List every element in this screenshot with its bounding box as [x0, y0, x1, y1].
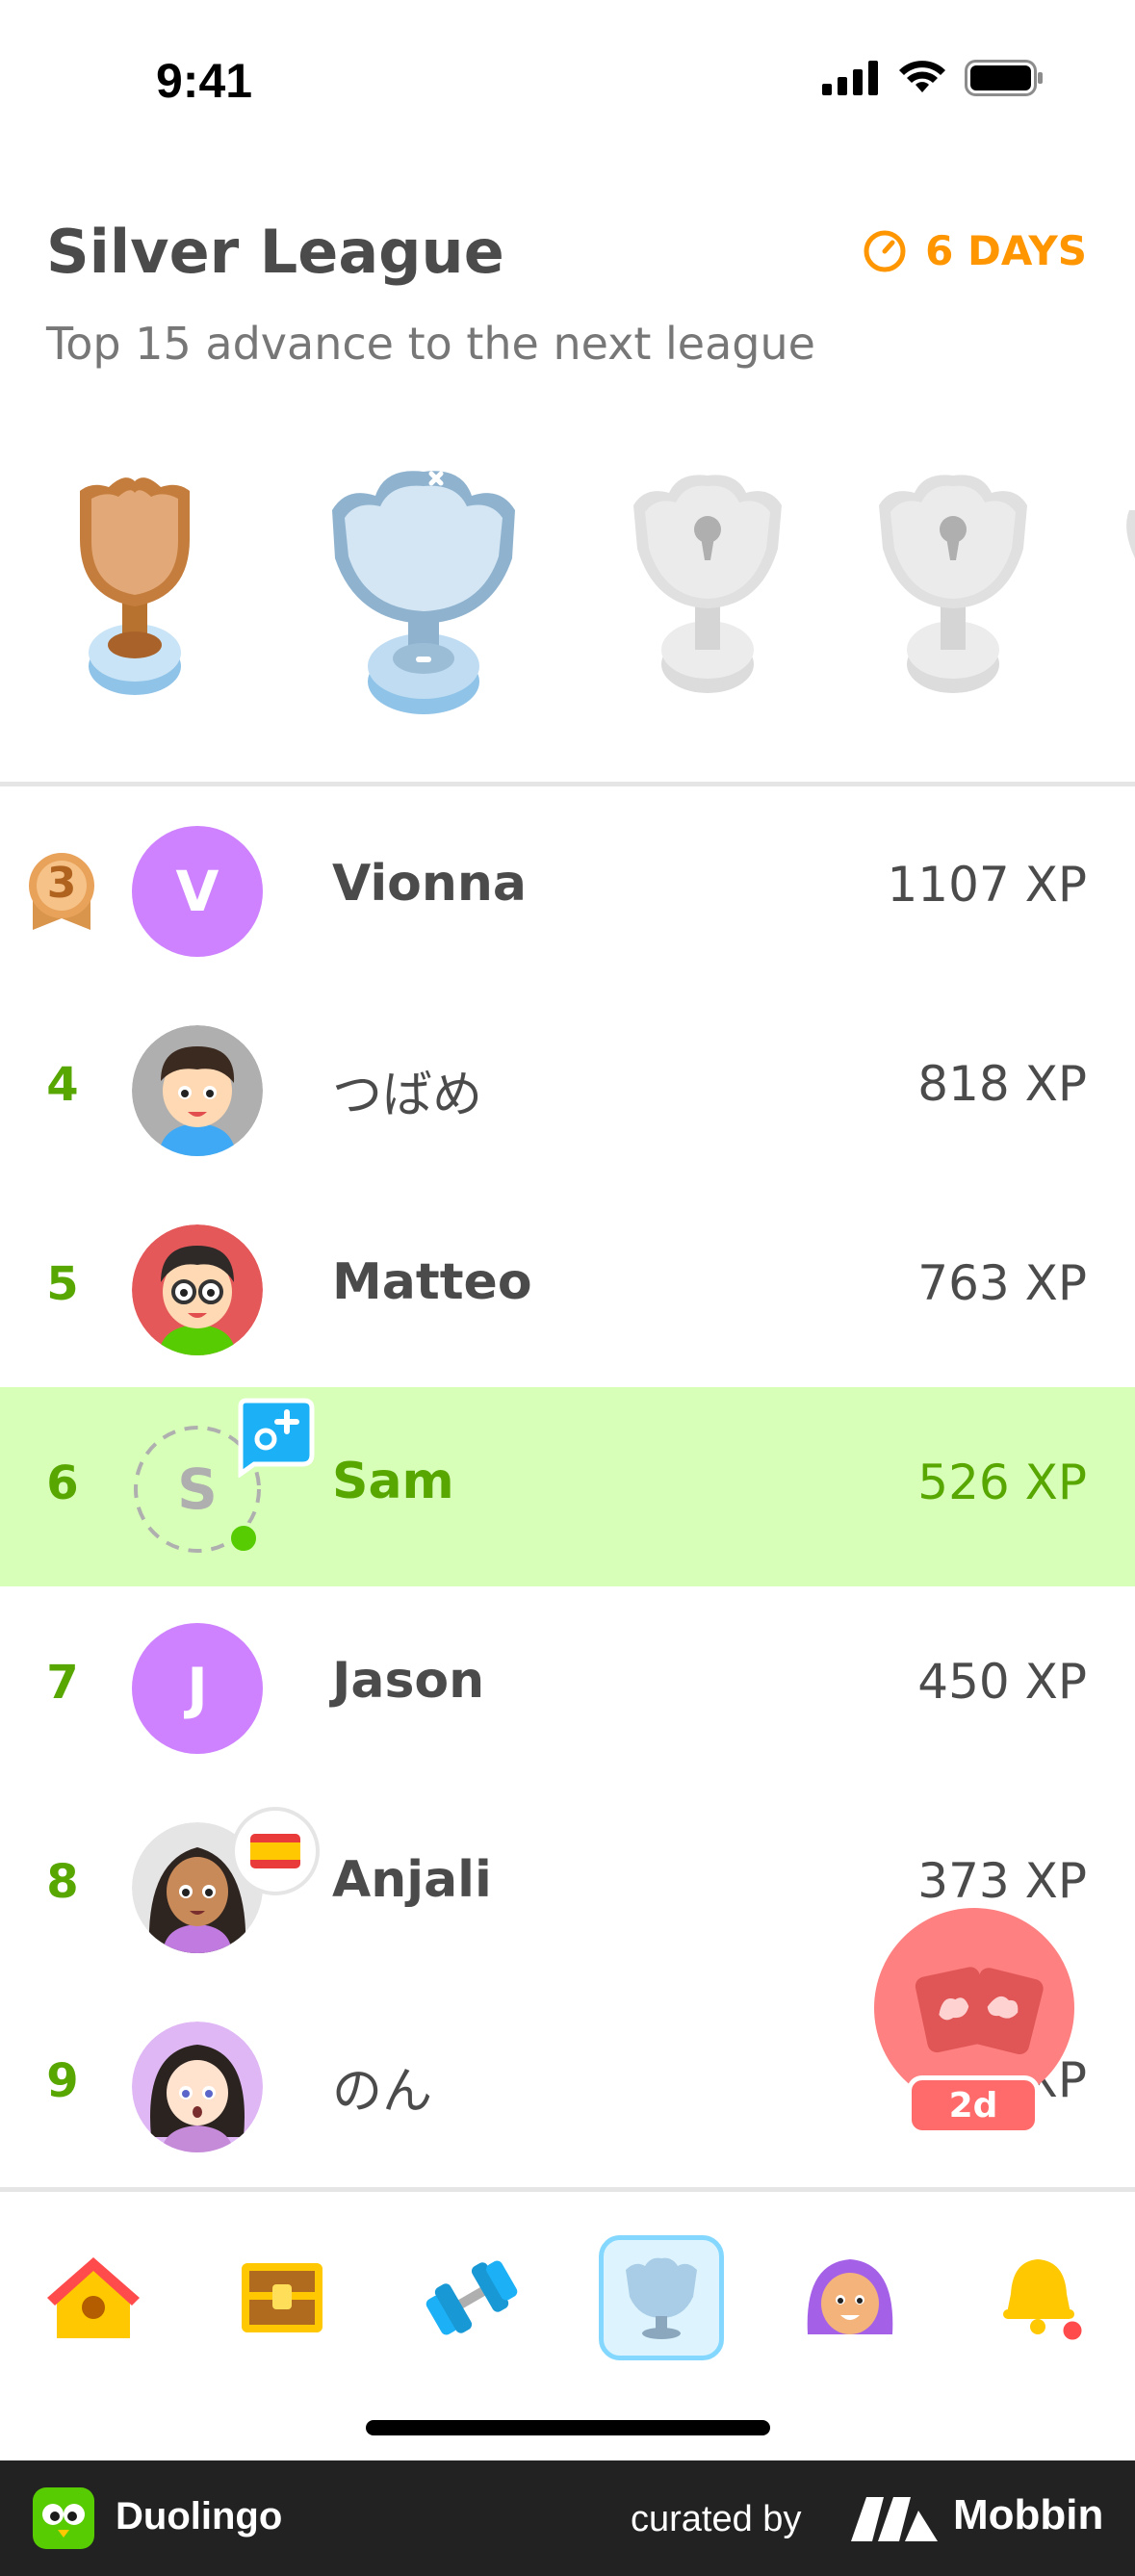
user-name: つばめ [332, 1067, 483, 1124]
user-name: Jason [332, 1652, 485, 1710]
trophy-icon [626, 2257, 697, 2339]
leaderboard-row-current-user[interactable]: 6 S Sam 526 XP [0, 1387, 1135, 1586]
nav-profile[interactable] [787, 2235, 913, 2360]
wifi-icon [899, 61, 945, 92]
avatar[interactable] [132, 2022, 263, 2152]
nav-practice[interactable] [409, 2235, 534, 2360]
rank-number: 4 [46, 1058, 79, 1112]
rank-number: 5 [46, 1257, 79, 1311]
treasure-chest-icon [915, 1967, 1044, 2055]
leaderboard-row[interactable]: 7 J Jason 450 XP [0, 1586, 1135, 1786]
signal-icon [822, 61, 878, 95]
bell-icon [1003, 2259, 1085, 2343]
rank-number: 9 [46, 2054, 79, 2108]
rank-number: 8 [46, 1855, 79, 1909]
user-xp: 818 XP [917, 1056, 1087, 1112]
divider [0, 782, 1135, 786]
avatar[interactable]: J [132, 1623, 263, 1754]
user-xp: 450 XP [917, 1654, 1087, 1710]
nav-notifications[interactable] [979, 2235, 1104, 2360]
bronze-trophy-icon [80, 477, 190, 695]
mobbin-logo-icon [851, 2497, 938, 2541]
league-subtitle: Top 15 advance to the next league [46, 318, 815, 370]
silver-trophy-icon [332, 471, 515, 714]
user-name: Matteo [332, 1253, 532, 1311]
home-indicator [366, 2420, 770, 2435]
footer-mobbin: Mobbin [953, 2491, 1104, 2538]
duolingo-logo-icon [33, 2487, 94, 2549]
chest-icon [242, 2263, 322, 2332]
status-bar: 9:41 [0, 0, 1135, 164]
rank-number: 7 [46, 1656, 79, 1710]
avatar[interactable] [132, 1025, 263, 1156]
add-avatar-icon[interactable] [235, 1397, 316, 1478]
footer-app-name: Duolingo [116, 2495, 283, 2537]
clock-icon [864, 230, 906, 271]
user-xp: 526 XP [917, 1455, 1087, 1510]
locked-trophy-icon [1126, 510, 1135, 558]
league-trophies[interactable] [0, 452, 1135, 722]
status-icons [822, 60, 1044, 96]
user-xp: 1107 XP [887, 857, 1087, 913]
dumbbell-icon [426, 2260, 518, 2335]
leaderboard-row[interactable]: 4 つばめ 818 XP [0, 989, 1135, 1188]
user-xp: 373 XP [917, 1853, 1087, 1909]
rank-number: 6 [46, 1456, 79, 1510]
timer-label: 6 DAYS [925, 227, 1087, 274]
user-xp: 763 XP [917, 1255, 1087, 1311]
nav-leaderboards[interactable] [599, 2235, 724, 2360]
home-icon [47, 2257, 140, 2338]
battery-icon [965, 60, 1043, 96]
user-name: Vionna [332, 855, 528, 913]
chest-timer-badge: 2d [907, 2075, 1040, 2135]
user-name: Anjali [332, 1851, 492, 1909]
spain-flag-icon [231, 1807, 320, 1895]
league-timer: 6 DAYS [862, 227, 1087, 274]
leaderboard-row[interactable]: 3 V Vionna 1107 XP [0, 789, 1135, 989]
nav-home[interactable] [31, 2235, 156, 2360]
profile-icon [807, 2259, 893, 2334]
footer-banner: Duolingo curated by Mobbin [0, 2460, 1135, 2576]
league-title: Silver League [46, 217, 504, 287]
avatar[interactable] [132, 1224, 263, 1355]
rank-number: 3 [46, 859, 77, 908]
user-name: のん [332, 2063, 433, 2121]
locked-trophy-icon [633, 475, 782, 693]
locked-trophy-icon [879, 475, 1027, 693]
status-time: 9:41 [156, 54, 253, 108]
online-indicator [227, 1522, 260, 1555]
user-name: Sam [332, 1453, 454, 1510]
leaderboard-row[interactable]: 5 Matteo 763 XP [0, 1188, 1135, 1387]
nav-chest[interactable] [219, 2235, 345, 2360]
footer-curated-by: curated by [631, 2499, 802, 2539]
avatar[interactable]: V [132, 826, 263, 957]
